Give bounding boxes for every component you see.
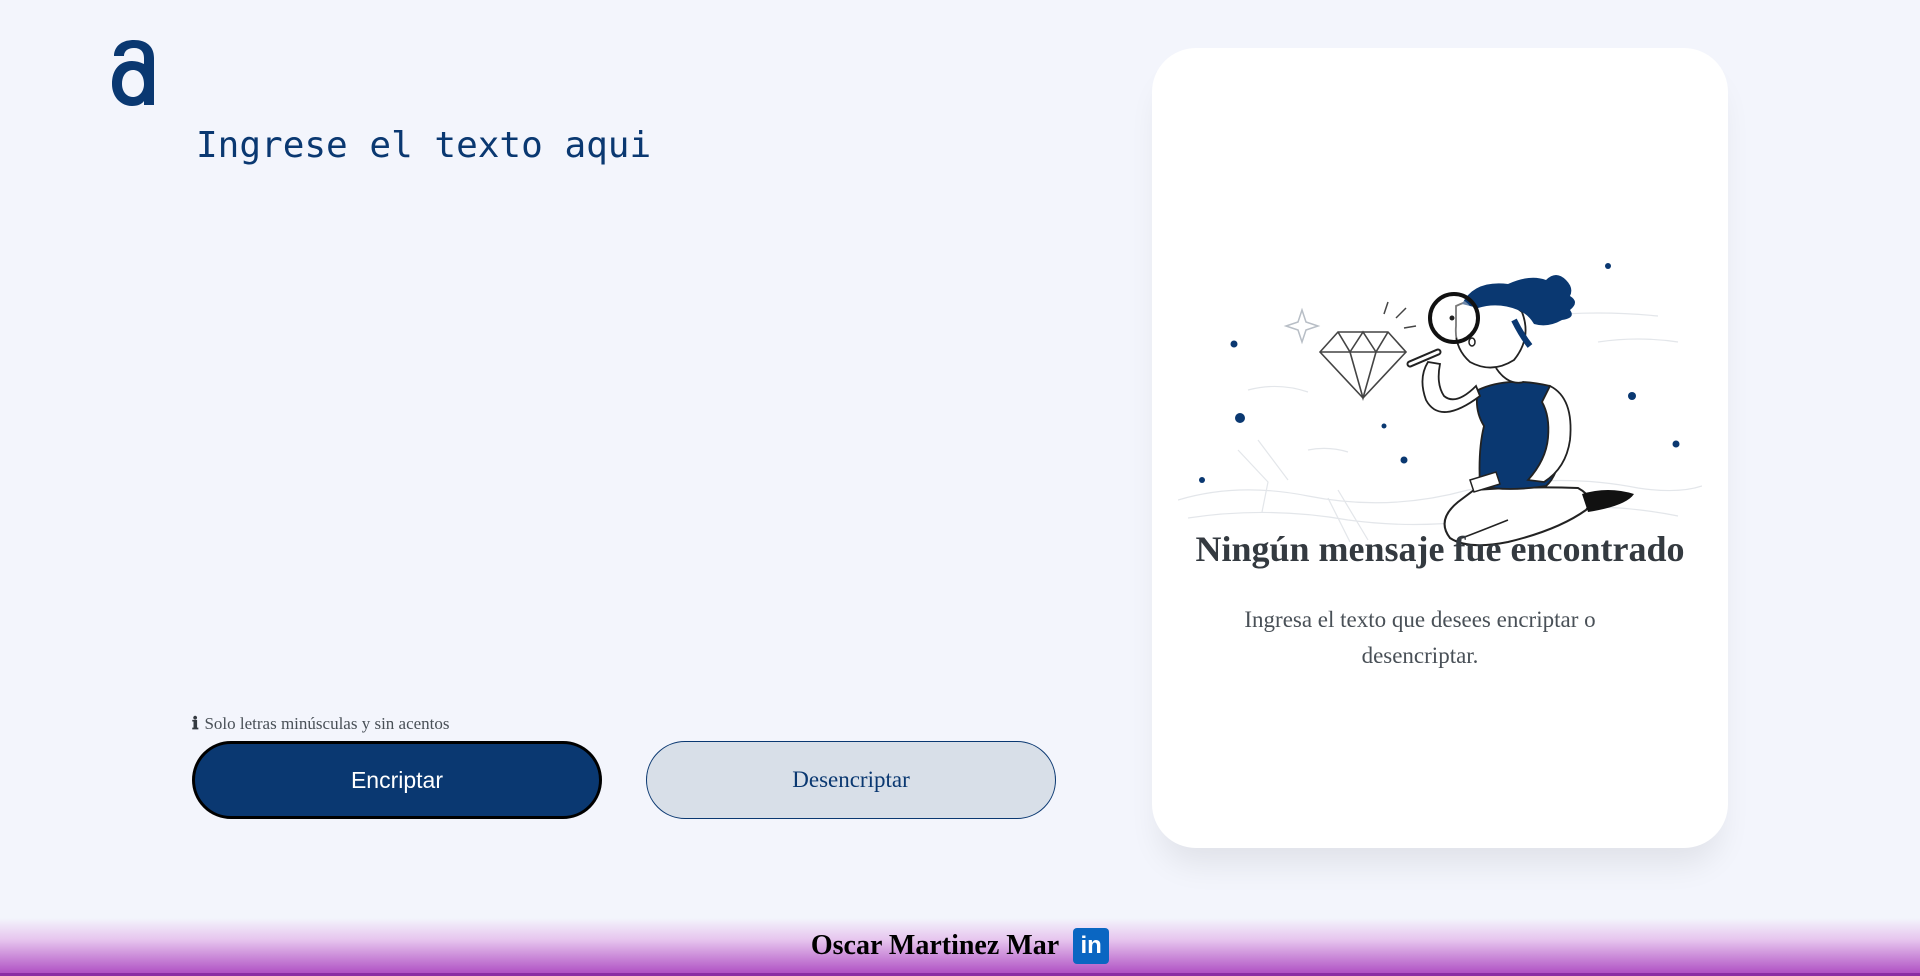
- footer-author: Oscar Martinez Mar: [810, 929, 1060, 961]
- page: ℹ Solo letras minúsculas y sin acentos E…: [0, 0, 1920, 976]
- decrypt-button[interactable]: Desencriptar: [646, 741, 1056, 819]
- person-with-magnifier-illustration: [1178, 263, 1702, 547]
- hint: ℹ Solo letras minúsculas y sin acentos: [192, 714, 450, 734]
- encrypt-button-label: Encriptar: [350, 766, 444, 793]
- linkedin-icon[interactable]: in: [1073, 927, 1110, 964]
- text-input[interactable]: [196, 120, 1056, 680]
- result-title: Ningún mensaje fue encontrado: [1195, 529, 1685, 569]
- result-card: Ningún mensaje fue encontrado Ingresa el…: [1152, 48, 1728, 848]
- decrypt-button-label: Desencriptar: [792, 767, 910, 792]
- result-description: Ingresa el texto que desees encriptar o …: [1244, 607, 1596, 668]
- encrypt-button[interactable]: Encriptar: [192, 741, 602, 819]
- footer: Oscar Martinez Mar in: [0, 918, 1920, 976]
- info-icon: ℹ: [192, 714, 199, 733]
- logo-icon: [112, 40, 154, 106]
- hint-text: Solo letras minúsculas y sin acentos: [204, 714, 450, 733]
